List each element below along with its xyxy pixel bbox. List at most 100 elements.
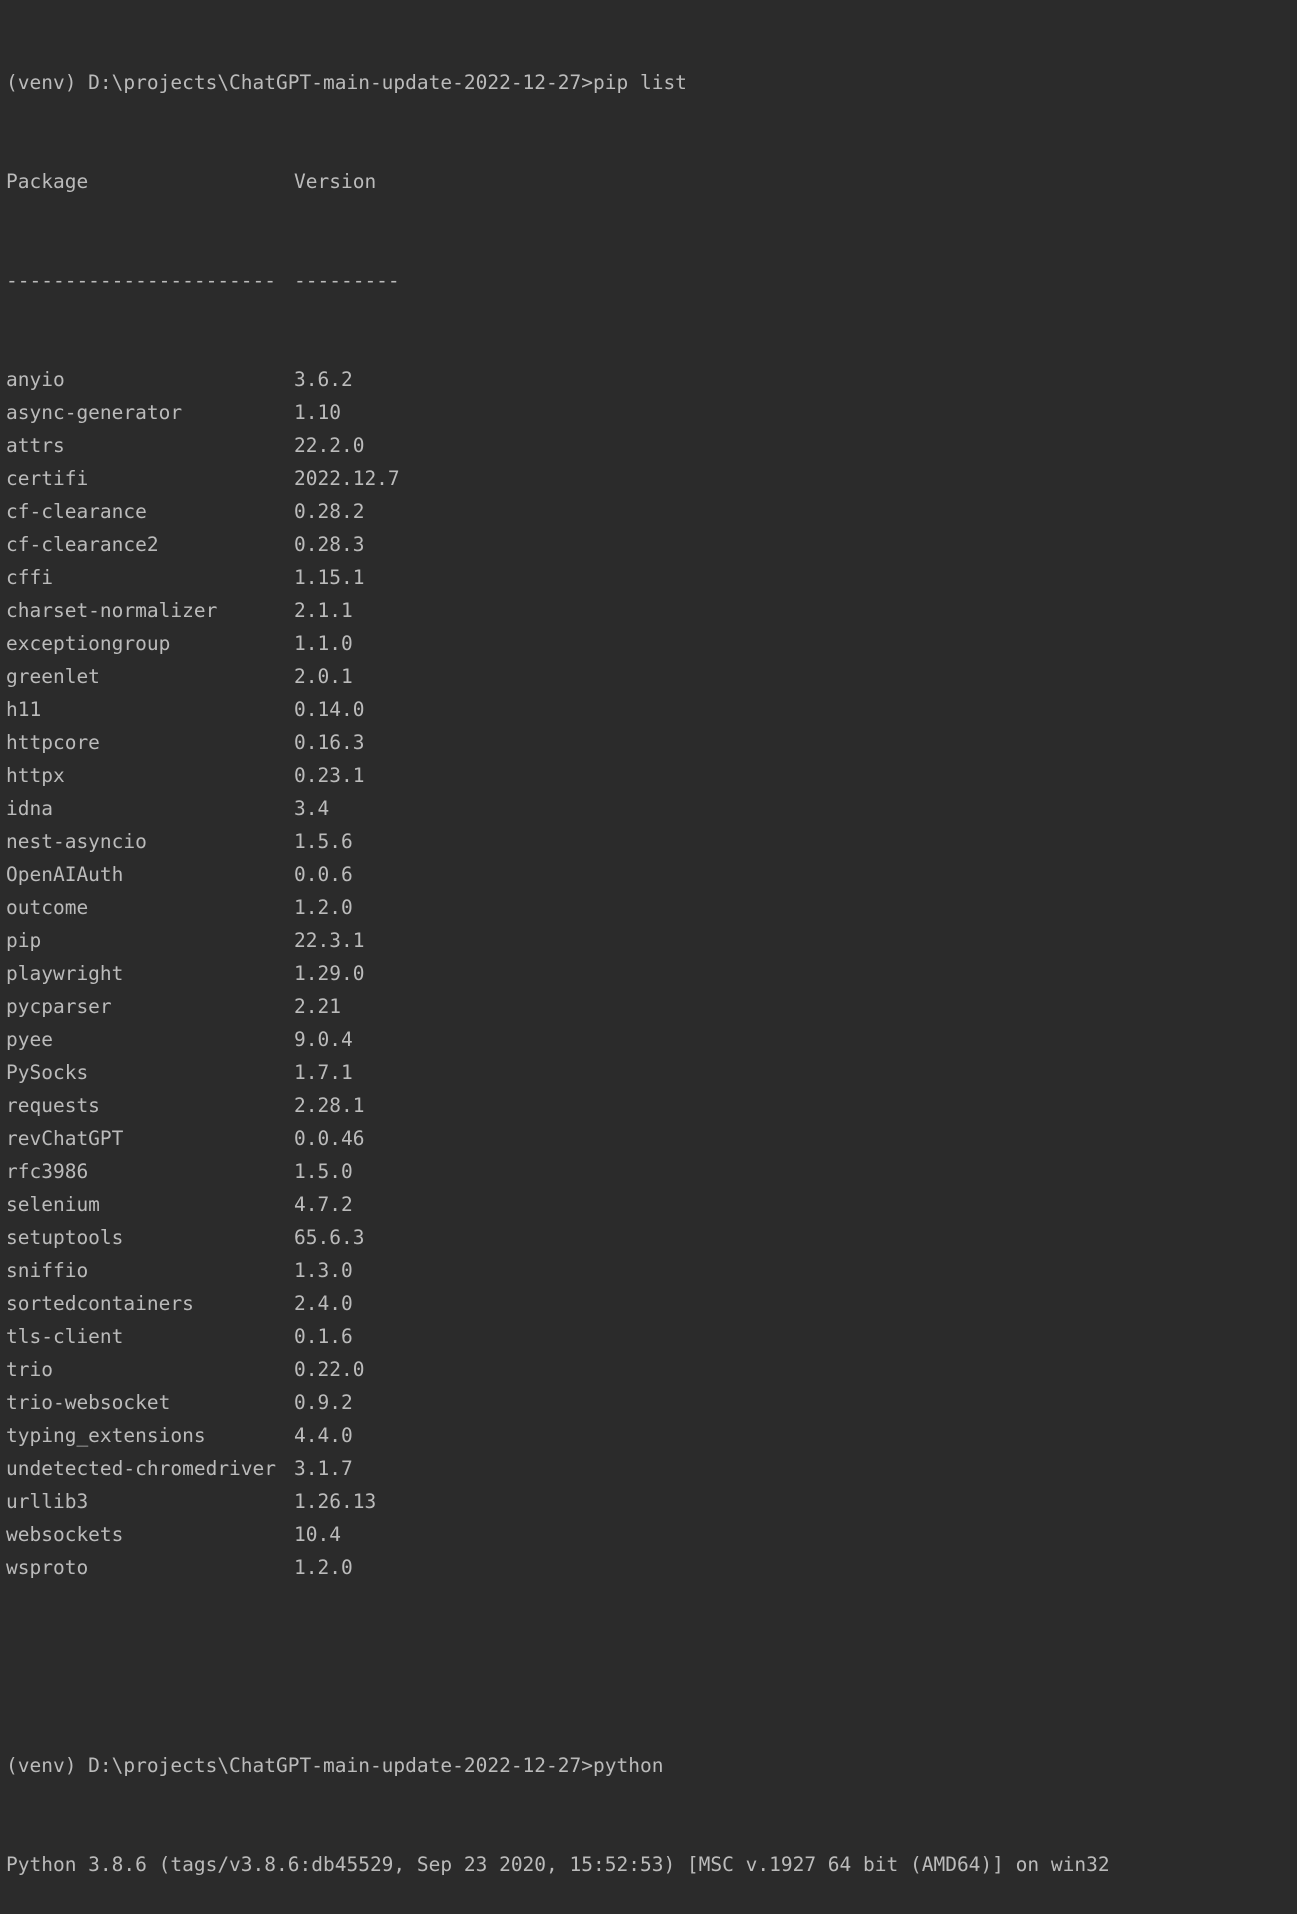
package-version: 0.9.2: [294, 1391, 353, 1414]
package-row: websockets 10.4: [6, 1518, 1297, 1551]
package-version: 1.26.13: [294, 1490, 377, 1513]
package-row: pyee 9.0.4: [6, 1023, 1297, 1056]
package-name: rfc3986: [6, 1160, 89, 1183]
package-row: cffi 1.15.1: [6, 561, 1297, 594]
package-version: 22.2.0: [294, 434, 365, 457]
package-version: 2.0.1: [294, 665, 353, 688]
package-row: OpenAIAuth 0.0.6: [6, 858, 1297, 891]
package-name: async-generator: [6, 401, 183, 424]
package-version: 1.3.0: [294, 1259, 353, 1282]
package-version: 0.23.1: [294, 764, 365, 787]
package-name: nest-asyncio: [6, 830, 147, 853]
package-version: 4.7.2: [294, 1193, 353, 1216]
package-name: charset-normalizer: [6, 599, 218, 622]
package-row: sortedcontainers 2.4.0: [6, 1287, 1297, 1320]
package-row: exceptiongroup 1.1.0: [6, 627, 1297, 660]
package-name: h11: [6, 698, 42, 721]
table-header-row: Package Version: [6, 165, 1297, 198]
package-name: urllib3: [6, 1490, 89, 1513]
package-name: revChatGPT: [6, 1127, 124, 1150]
package-name: httpcore: [6, 731, 100, 754]
package-name: anyio: [6, 368, 65, 391]
python-banner: Python 3.8.6 (tags/v3.8.6:db45529, Sep 2…: [6, 1853, 1110, 1876]
package-name: cf-clearance2: [6, 533, 159, 556]
package-name: cffi: [6, 566, 53, 589]
package-name: trio-websocket: [6, 1391, 171, 1414]
package-version: 9.0.4: [294, 1028, 353, 1051]
package-row: httpx 0.23.1: [6, 759, 1297, 792]
package-row: cf-clearance 0.28.2: [6, 495, 1297, 528]
package-version: 10.4: [294, 1523, 341, 1546]
package-row: certifi 2022.12.7: [6, 462, 1297, 495]
package-row: requests 2.28.1: [6, 1089, 1297, 1122]
package-row: anyio 3.6.2: [6, 363, 1297, 396]
package-row: pip 22.3.1: [6, 924, 1297, 957]
package-name: websockets: [6, 1523, 124, 1546]
package-version: 1.7.1: [294, 1061, 353, 1084]
package-name: pip: [6, 929, 42, 952]
package-version: 2.1.1: [294, 599, 353, 622]
package-row: cf-clearance2 0.28.3: [6, 528, 1297, 561]
header-package: Package: [6, 170, 89, 193]
package-name: pycparser: [6, 995, 112, 1018]
package-version: 1.10: [294, 401, 341, 424]
package-row: playwright 1.29.0: [6, 957, 1297, 990]
package-name: playwright: [6, 962, 124, 985]
separator-version: ---------: [294, 269, 400, 292]
package-name: tls-client: [6, 1325, 124, 1348]
package-version: 1.5.0: [294, 1160, 353, 1183]
package-name: exceptiongroup: [6, 632, 171, 655]
package-name: pyee: [6, 1028, 53, 1051]
package-version: 0.28.2: [294, 500, 365, 523]
package-row: sniffio 1.3.0: [6, 1254, 1297, 1287]
package-row: setuptools 65.6.3: [6, 1221, 1297, 1254]
package-version: 1.2.0: [294, 896, 353, 919]
package-row: pycparser 2.21: [6, 990, 1297, 1023]
package-row: tls-client 0.1.6: [6, 1320, 1297, 1353]
package-row: outcome 1.2.0: [6, 891, 1297, 924]
package-version: 1.5.6: [294, 830, 353, 853]
header-version: Version: [294, 170, 377, 193]
package-name: setuptools: [6, 1226, 124, 1249]
package-row: nest-asyncio 1.5.6: [6, 825, 1297, 858]
package-name: selenium: [6, 1193, 100, 1216]
package-name: sniffio: [6, 1259, 89, 1282]
separator-package: -----------------------: [6, 269, 277, 292]
package-name: typing_extensions: [6, 1424, 206, 1447]
package-version: 1.15.1: [294, 566, 365, 589]
package-version: 0.16.3: [294, 731, 365, 754]
package-version: 65.6.3: [294, 1226, 365, 1249]
terminal-output[interactable]: (venv) D:\projects\ChatGPT-main-update-2…: [0, 0, 1297, 1876]
package-name: wsproto: [6, 1556, 89, 1579]
package-row: typing_extensions 4.4.0: [6, 1419, 1297, 1452]
package-list: anyio 3.6.2 async-generator 1.10 attrs 22.2.0…: [6, 363, 1297, 1584]
package-row: undetected-chromedriver 3.1.7: [6, 1452, 1297, 1485]
package-name: sortedcontainers: [6, 1292, 194, 1315]
package-version: 3.4: [294, 797, 330, 820]
package-row: async-generator 1.10: [6, 396, 1297, 429]
package-row: trio 0.22.0: [6, 1353, 1297, 1386]
package-version: 0.0.6: [294, 863, 353, 886]
package-version: 1.2.0: [294, 1556, 353, 1579]
package-version: 22.3.1: [294, 929, 365, 952]
command-prompt-pip-list: (venv) D:\projects\ChatGPT-main-update-2…: [6, 71, 687, 94]
package-version: 2.28.1: [294, 1094, 365, 1117]
package-version: 0.22.0: [294, 1358, 365, 1381]
package-row: revChatGPT 0.0.46: [6, 1122, 1297, 1155]
package-version: 2022.12.7: [294, 467, 400, 490]
package-version: 3.1.7: [294, 1457, 353, 1480]
package-version: 2.21: [294, 995, 341, 1018]
package-version: 3.6.2: [294, 368, 353, 391]
package-name: attrs: [6, 434, 65, 457]
package-row: h11 0.14.0: [6, 693, 1297, 726]
package-name: undetected-chromedriver: [6, 1457, 277, 1480]
package-name: OpenAIAuth: [6, 863, 124, 886]
package-version: 1.29.0: [294, 962, 365, 985]
package-row: selenium 4.7.2: [6, 1188, 1297, 1221]
package-row: httpcore 0.16.3: [6, 726, 1297, 759]
package-version: 0.28.3: [294, 533, 365, 556]
package-name: certifi: [6, 467, 89, 490]
package-name: requests: [6, 1094, 100, 1117]
package-version: 2.4.0: [294, 1292, 353, 1315]
